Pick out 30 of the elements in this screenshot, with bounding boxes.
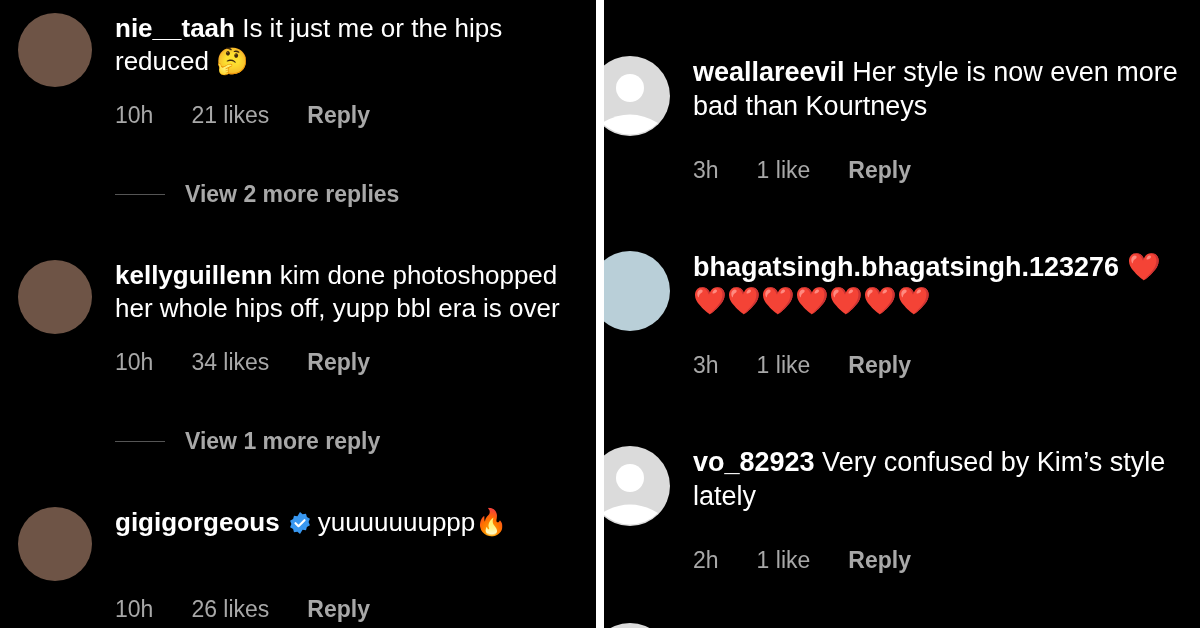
reply-link[interactable]: Reply [848, 545, 911, 575]
username-link[interactable]: gigigorgeous [115, 506, 280, 539]
reply-link[interactable]: Reply [307, 100, 370, 130]
reply-link[interactable]: Reply [848, 155, 911, 185]
reply-link[interactable]: Reply [307, 594, 370, 624]
comment-text: bhagatsingh.bhagatsingh.123276 ❤❤❤❤❤❤❤❤ [693, 251, 1162, 318]
comment-text: weallareevil Her style is now even more bad than Kourtneys [693, 56, 1179, 123]
comment-time: 10h [115, 101, 154, 130]
likes-count[interactable]: 1 like [756, 155, 811, 185]
comment-time: 3h [693, 156, 719, 185]
likes-count[interactable]: 26 likes [191, 594, 270, 624]
comment-time: 10h [115, 348, 154, 377]
comment-text: vo_82923 Very confused by Kim’s style lately [693, 446, 1167, 513]
comment-text: yuuuuuuuppp🔥 [317, 506, 508, 539]
comment-time: 3h [693, 351, 719, 380]
likes-count[interactable]: 1 like [756, 350, 811, 380]
comment-text: kellyguillenn kim done photoshopped her whole hips off, yupp bbl era is over [115, 259, 561, 325]
reply-link[interactable]: Reply [307, 347, 370, 377]
likes-count[interactable]: 21 likes [191, 100, 270, 130]
view-replies-link[interactable]: View 1 more reply [185, 426, 381, 456]
comment-time: 10h [115, 595, 154, 624]
default-avatar-icon[interactable] [604, 446, 670, 526]
view-replies-link[interactable]: View 2 more replies [185, 179, 400, 209]
comment-text: nie__taah Is it just me or the hips reduced 🤔 [115, 12, 504, 78]
likes-count[interactable]: 34 likes [191, 347, 270, 377]
likes-count[interactable]: 1 like [756, 545, 811, 575]
avatar-photo[interactable] [604, 251, 670, 331]
comment-time: 2h [693, 546, 719, 575]
reply-link[interactable]: Reply [848, 350, 911, 380]
default-avatar-icon[interactable] [604, 56, 670, 136]
